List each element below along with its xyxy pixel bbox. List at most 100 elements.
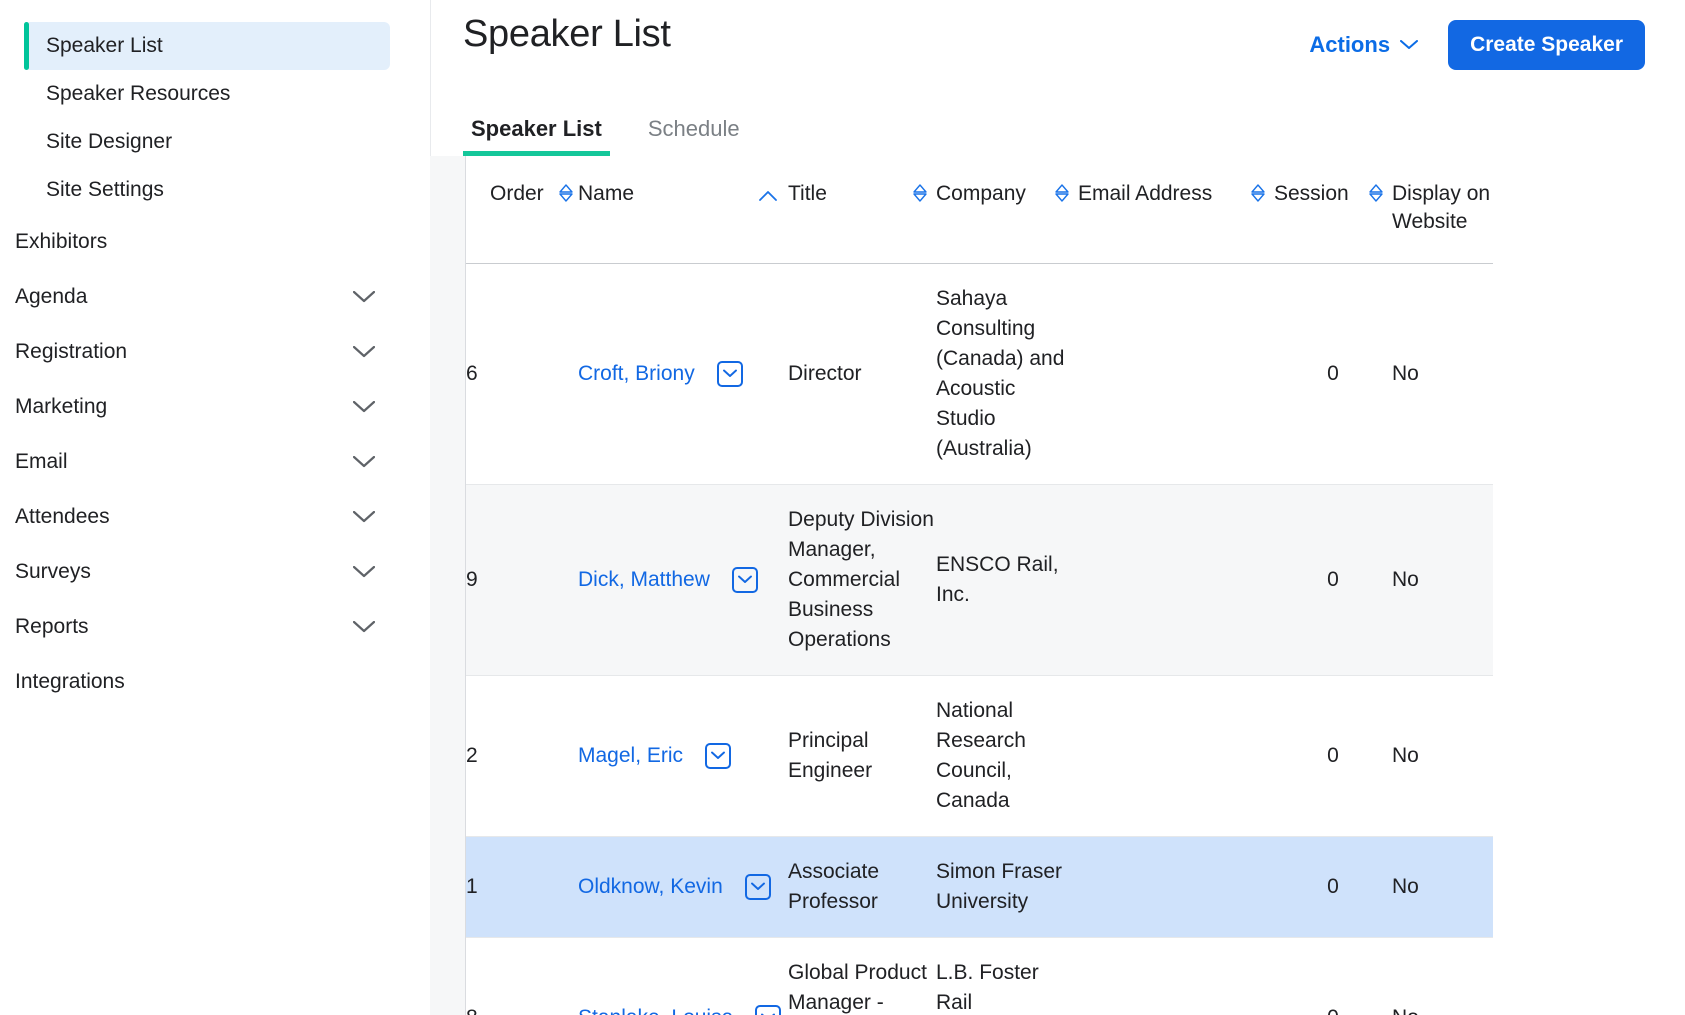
cell-name: Oldknow, Kevin bbox=[578, 836, 788, 938]
chevron-down-box-icon[interactable] bbox=[755, 1004, 782, 1015]
chevron-down-icon bbox=[353, 455, 375, 468]
table-row[interactable]: 9 Dick, Matthew Deputy Division Manager,… bbox=[466, 484, 1493, 676]
sidebar-group-email[interactable]: Email bbox=[0, 434, 430, 489]
cell-company: ENSCO Rail, Inc. bbox=[936, 484, 1078, 676]
sidebar-group-reports[interactable]: Reports bbox=[0, 599, 430, 654]
cell-company: National Research Council, Canada bbox=[936, 675, 1078, 837]
sidebar-group-label: Attendees bbox=[15, 504, 110, 528]
page-title: Speaker List bbox=[463, 13, 671, 55]
cell-email-address bbox=[1078, 263, 1274, 485]
column-label: Display on Website bbox=[1392, 182, 1491, 234]
cell-display-on-website: No bbox=[1392, 675, 1493, 837]
cell-order: 6 bbox=[466, 263, 578, 485]
chevron-down-box-icon[interactable] bbox=[716, 360, 743, 387]
sort-both-icon[interactable] bbox=[912, 183, 928, 211]
cell-company: Simon Fraser University bbox=[936, 836, 1078, 938]
cell-title: Global Product Manager - Consumable Prod… bbox=[788, 937, 936, 1015]
cell-email-address bbox=[1078, 937, 1274, 1015]
table-row[interactable]: 8 Stanlake, Louisa Global Product Manage… bbox=[466, 937, 1493, 1015]
sidebar-item-speaker-list[interactable]: Speaker List bbox=[24, 22, 390, 70]
speaker-name-link[interactable]: Dick, Matthew bbox=[578, 565, 710, 595]
cell-name: Magel, Eric bbox=[578, 675, 788, 837]
sidebar-group-label: Registration bbox=[15, 339, 128, 363]
sort-both-icon[interactable] bbox=[1250, 183, 1266, 211]
create-speaker-button[interactable]: Create Speaker bbox=[1448, 20, 1645, 70]
table-body: 6 Croft, Briony Director Sahaya Consulti… bbox=[466, 263, 1493, 1015]
chevron-down-box-icon[interactable] bbox=[705, 742, 732, 769]
chevron-down-box-icon[interactable] bbox=[731, 566, 758, 593]
sidebar-item-site-designer[interactable]: Site Designer bbox=[24, 118, 390, 166]
column-header-email-address[interactable]: Email Address bbox=[1078, 156, 1274, 264]
app-root: Speaker List Speaker Resources Site Desi… bbox=[0, 0, 1685, 1015]
cell-display-on-website: No bbox=[1392, 937, 1493, 1015]
sidebar-group-label: Surveys bbox=[15, 559, 91, 583]
tab-schedule[interactable]: Schedule bbox=[640, 116, 748, 156]
main-content: Speaker List Actions Create Speaker Spea… bbox=[430, 0, 1685, 1015]
sort-both-icon[interactable] bbox=[1368, 183, 1384, 211]
actions-menu-button[interactable]: Actions bbox=[1309, 32, 1419, 58]
column-header-company[interactable]: Company bbox=[936, 156, 1078, 264]
cell-company: Sahaya Consulting (Canada) and Acoustic … bbox=[936, 263, 1078, 485]
actions-menu-label: Actions bbox=[1309, 32, 1391, 57]
sidebar-group-attendees[interactable]: Attendees bbox=[0, 489, 430, 544]
cell-title: Principal Engineer bbox=[788, 675, 936, 837]
column-label: Email Address bbox=[1078, 182, 1213, 205]
chevron-down-icon bbox=[353, 510, 375, 523]
chevron-down-icon bbox=[353, 290, 375, 303]
sort-both-icon[interactable] bbox=[1054, 183, 1070, 211]
chevron-down-icon bbox=[353, 400, 375, 413]
column-header-display-on-website[interactable]: Display on Website bbox=[1392, 156, 1493, 264]
sidebar-group-registration[interactable]: Registration bbox=[0, 324, 430, 379]
table-head: Order Name Title Company Email Address S… bbox=[466, 156, 1493, 264]
table-row[interactable]: 1 Oldknow, Kevin Associate Professor Sim… bbox=[466, 836, 1493, 938]
sidebar-group-exhibitors[interactable]: Exhibitors bbox=[0, 214, 430, 269]
speaker-name-link[interactable]: Oldknow, Kevin bbox=[578, 872, 723, 902]
cell-email-address bbox=[1078, 836, 1274, 938]
tab-speaker-list[interactable]: Speaker List bbox=[463, 116, 610, 156]
header-actions: Actions Create Speaker bbox=[1309, 12, 1645, 70]
column-header-title[interactable]: Title bbox=[788, 156, 936, 264]
cell-session: 0 bbox=[1274, 937, 1392, 1015]
column-header-session[interactable]: Session bbox=[1274, 156, 1392, 264]
column-label: Session bbox=[1274, 182, 1349, 205]
sort-ascending-icon[interactable] bbox=[758, 183, 778, 211]
table-header-row: Order Name Title Company Email Address S… bbox=[466, 156, 1493, 264]
chevron-down-icon bbox=[353, 345, 375, 358]
cell-email-address bbox=[1078, 675, 1274, 837]
column-header-order[interactable]: Order bbox=[466, 156, 578, 264]
column-label: Title bbox=[788, 182, 827, 205]
sidebar-subnav: Speaker List Speaker Resources Site Desi… bbox=[0, 0, 430, 214]
sidebar-item-label: Speaker List bbox=[46, 34, 163, 57]
chevron-down-box-icon[interactable] bbox=[744, 873, 771, 900]
sidebar-item-speaker-resources[interactable]: Speaker Resources bbox=[24, 70, 390, 118]
sidebar-group-label: Email bbox=[15, 449, 68, 473]
chevron-down-icon bbox=[353, 620, 375, 633]
tab-label: Schedule bbox=[647, 116, 740, 141]
cell-display-on-website: No bbox=[1392, 484, 1493, 676]
cell-display-on-website: No bbox=[1392, 263, 1493, 485]
speaker-name-link[interactable]: Croft, Briony bbox=[578, 359, 695, 389]
column-header-name[interactable]: Name bbox=[578, 156, 788, 264]
sidebar-group-surveys[interactable]: Surveys bbox=[0, 544, 430, 599]
cell-name: Stanlake, Louisa bbox=[578, 937, 788, 1015]
chevron-down-icon bbox=[353, 565, 375, 578]
cell-order: 2 bbox=[466, 675, 578, 837]
cell-email-address bbox=[1078, 484, 1274, 676]
table-row[interactable]: 2 Magel, Eric Principal Engineer Nationa… bbox=[466, 675, 1493, 837]
tab-label: Speaker List bbox=[471, 116, 602, 141]
cell-order: 8 bbox=[466, 937, 578, 1015]
speaker-name-link[interactable]: Magel, Eric bbox=[578, 741, 683, 771]
sidebar-item-label: Site Designer bbox=[46, 130, 173, 153]
sidebar-item-site-settings[interactable]: Site Settings bbox=[24, 166, 390, 214]
chevron-down-icon bbox=[1400, 40, 1419, 50]
cell-session: 0 bbox=[1274, 263, 1392, 485]
speaker-name-link[interactable]: Stanlake, Louisa bbox=[578, 1003, 733, 1015]
cell-order: 1 bbox=[466, 836, 578, 938]
sidebar-group-integrations[interactable]: Integrations bbox=[0, 654, 430, 709]
table-left-gutter bbox=[430, 156, 465, 1015]
table-row[interactable]: 6 Croft, Briony Director Sahaya Consulti… bbox=[466, 263, 1493, 485]
sort-both-icon[interactable] bbox=[558, 183, 574, 211]
cell-session: 0 bbox=[1274, 675, 1392, 837]
sidebar-group-agenda[interactable]: Agenda bbox=[0, 269, 430, 324]
sidebar-group-marketing[interactable]: Marketing bbox=[0, 379, 430, 434]
